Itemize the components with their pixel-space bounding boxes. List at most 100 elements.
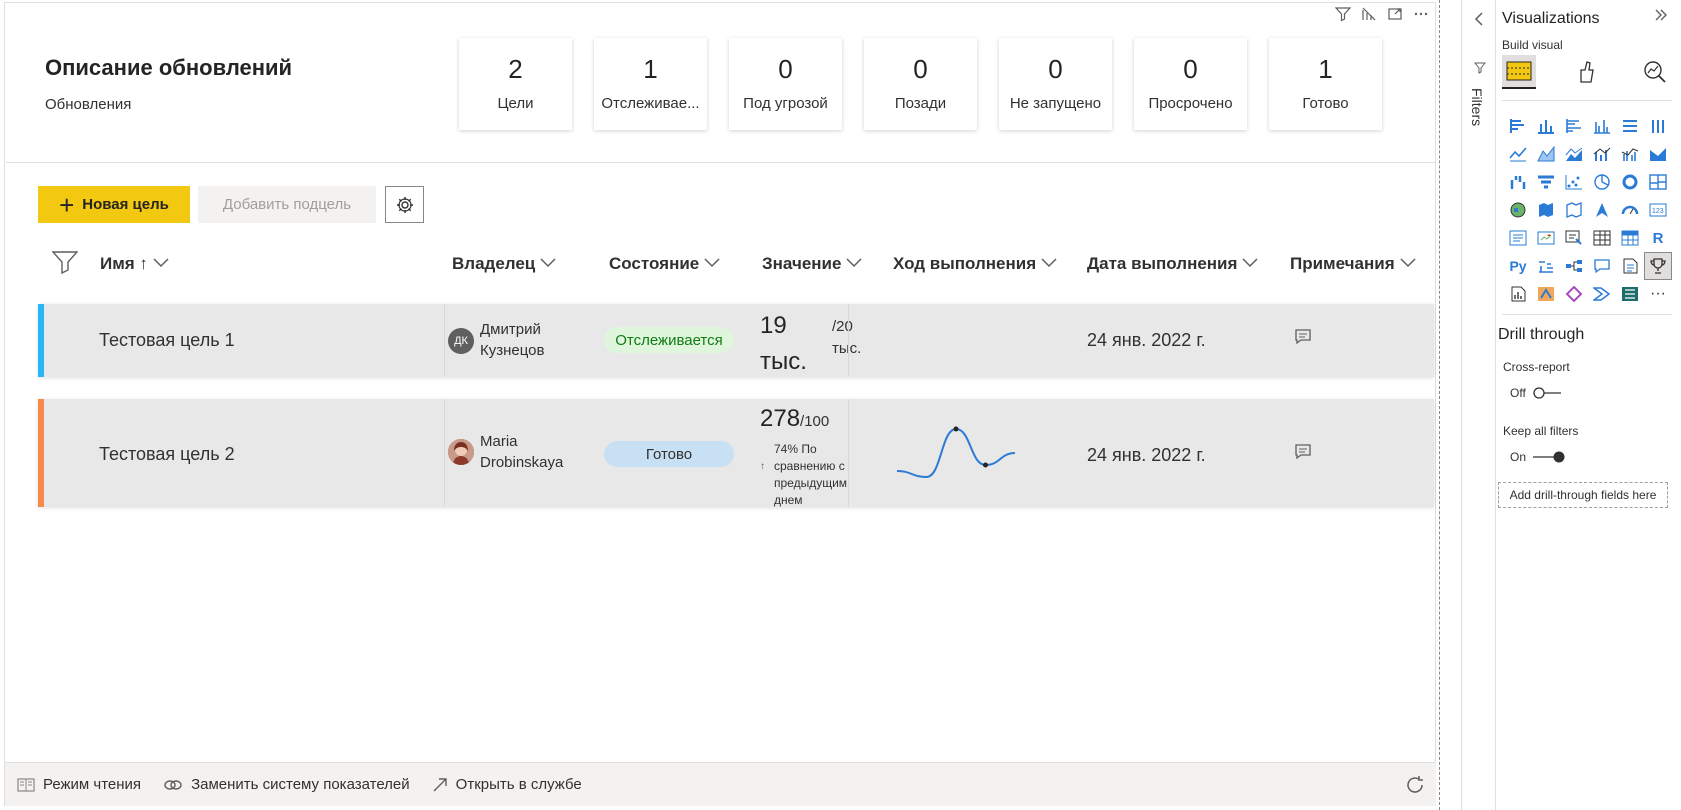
kpi-card-on-track[interactable]: 1 Отслеживае...	[594, 38, 707, 130]
analytics-tab[interactable]	[1638, 55, 1672, 89]
filters-pane-label[interactable]: Filters	[1469, 88, 1485, 126]
kpi-card-at-risk[interactable]: 0 Под угрозой	[729, 38, 842, 130]
cross-report-toggle[interactable]: Off	[1510, 386, 1562, 400]
multi-row-card-icon[interactable]	[1504, 224, 1532, 252]
column-header-name[interactable]: Имя ↑	[100, 254, 170, 274]
add-subgoal-button[interactable]: Добавить подцель	[198, 186, 376, 223]
filter-icon[interactable]	[1334, 6, 1352, 25]
comment-icon[interactable]	[1294, 443, 1312, 466]
column-header-notes[interactable]: Примечания	[1290, 254, 1417, 274]
power-automate-icon[interactable]	[1532, 280, 1560, 308]
clustered-bar-chart-icon[interactable]	[1560, 112, 1588, 140]
column-header-progress-label: Ход выполнения	[893, 254, 1037, 273]
kpi-card-goals[interactable]: 2 Цели	[459, 38, 572, 130]
line-and-stacked-column-chart-icon[interactable]	[1588, 140, 1616, 168]
table-icon[interactable]	[1588, 224, 1616, 252]
comment-icon[interactable]	[1294, 328, 1312, 351]
waterfall-chart-icon[interactable]	[1504, 168, 1532, 196]
paginated-report-icon[interactable]	[1504, 280, 1532, 308]
table-row[interactable]: Тестовая цель 2 Maria Drobinskaya Готово…	[38, 399, 1434, 507]
key-influencers-icon[interactable]	[1532, 252, 1560, 280]
drill-through-drop-zone[interactable]: Add drill-through fields here	[1498, 482, 1668, 508]
progress-sparkline[interactable]	[891, 423, 1021, 488]
area-chart-icon[interactable]	[1532, 140, 1560, 168]
matrix-icon[interactable]	[1616, 224, 1644, 252]
stacked-area-chart-icon[interactable]	[1560, 140, 1588, 168]
kpi-label: Цели	[497, 95, 534, 112]
column-header-due-date[interactable]: Дата выполнения	[1087, 254, 1259, 274]
kpi-card-not-started[interactable]: 0 Не запущено	[999, 38, 1112, 130]
new-goal-button[interactable]: + Новая цель	[38, 186, 190, 223]
drill-icon[interactable]	[1361, 6, 1377, 25]
ribbon-chart-icon[interactable]	[1644, 140, 1672, 168]
scatter-chart-icon[interactable]	[1560, 168, 1588, 196]
kpi-icon[interactable]	[1532, 224, 1560, 252]
line-and-clustered-column-chart-icon[interactable]	[1616, 140, 1644, 168]
pie-chart-icon[interactable]	[1588, 168, 1616, 196]
focus-mode-icon[interactable]	[1387, 6, 1403, 25]
build-visual-label: Build visual	[1502, 38, 1563, 52]
table-row[interactable]: Тестовая цель 1 ДК Дмитрий Кузнецов Отсл…	[38, 304, 1434, 377]
filters-pane[interactable]: Filters	[1461, 0, 1496, 810]
target-value-unit: тыс.	[832, 340, 862, 357]
donut-chart-icon[interactable]	[1616, 168, 1644, 196]
stacked-column-chart-icon[interactable]	[1532, 112, 1560, 140]
status-badge[interactable]: Отслеживается	[604, 327, 734, 353]
collapse-pane-icon[interactable]	[1654, 8, 1668, 27]
kpi-card-behind[interactable]: 0 Позади	[864, 38, 977, 130]
azure-map-icon[interactable]	[1588, 196, 1616, 224]
qna-icon[interactable]	[1588, 252, 1616, 280]
filled-map-icon[interactable]	[1532, 196, 1560, 224]
plus-icon: +	[59, 189, 75, 220]
reading-mode-button[interactable]: Режим чтения	[17, 776, 141, 793]
line-chart-icon[interactable]	[1504, 140, 1532, 168]
python-visual-icon[interactable]: Py	[1504, 252, 1532, 280]
gauge-icon[interactable]	[1616, 196, 1644, 224]
kpi-card-overdue[interactable]: 0 Просрочено	[1134, 38, 1247, 130]
100-stacked-column-chart-icon[interactable]	[1644, 112, 1672, 140]
due-date[interactable]: 24 янв. 2022 г.	[1087, 445, 1206, 466]
stacked-bar-chart-icon[interactable]	[1504, 112, 1532, 140]
build-visual-tab[interactable]	[1502, 55, 1536, 89]
format-visual-tab[interactable]	[1570, 55, 1604, 89]
more-options-icon[interactable]	[1413, 6, 1429, 25]
kpi-card-completed[interactable]: 1 Готово	[1269, 38, 1382, 130]
treemap-icon[interactable]	[1644, 168, 1672, 196]
column-header-status[interactable]: Состояние	[609, 254, 721, 274]
replace-scorecard-button[interactable]: Заменить систему показателей	[163, 776, 410, 793]
card-icon[interactable]: 123	[1644, 196, 1672, 224]
goal-name[interactable]: Тестовая цель 1	[99, 330, 235, 351]
column-filter-icon[interactable]	[51, 250, 79, 279]
funnel-chart-icon[interactable]	[1532, 168, 1560, 196]
keep-all-filters-toggle[interactable]: On	[1510, 450, 1566, 464]
status-badge[interactable]: Готово	[604, 441, 734, 467]
power-automate-flow-icon[interactable]	[1588, 280, 1616, 308]
value-cell[interactable]: 278/100	[760, 405, 829, 433]
arcgis-icon[interactable]	[1616, 280, 1644, 308]
settings-button[interactable]	[385, 186, 424, 223]
column-header-value[interactable]: Значение	[762, 254, 863, 274]
smart-narrative-icon[interactable]	[1616, 252, 1644, 280]
column-header-progress[interactable]: Ход выполнения	[893, 254, 1058, 274]
current-value[interactable]: 19	[760, 312, 787, 340]
goal-name[interactable]: Тестовая цель 2	[99, 444, 235, 465]
open-in-service-button[interactable]: Открыть в службе	[432, 776, 582, 793]
r-visual-icon[interactable]: R	[1644, 224, 1672, 252]
chevron-left-icon[interactable]	[1473, 12, 1485, 31]
refresh-icon[interactable]	[1404, 774, 1426, 801]
due-date[interactable]: 24 янв. 2022 г.	[1087, 330, 1206, 351]
power-apps-icon[interactable]	[1560, 280, 1588, 308]
map-icon[interactable]	[1504, 196, 1532, 224]
slicer-icon[interactable]	[1560, 224, 1588, 252]
status-stripe	[38, 304, 44, 377]
more-visuals-icon[interactable]: ···	[1644, 280, 1672, 308]
kpi-summary-row: 2 Цели 1 Отслеживае... 0 Под угрозой 0 П…	[459, 38, 1382, 130]
metrics-trophy-icon[interactable]	[1644, 252, 1672, 280]
100-stacked-bar-chart-icon[interactable]	[1616, 112, 1644, 140]
column-header-owner[interactable]: Владелец	[452, 254, 557, 274]
scorecard-title: Описание обновлений	[45, 55, 293, 80]
decomposition-tree-icon[interactable]	[1560, 252, 1588, 280]
clustered-column-chart-icon[interactable]	[1588, 112, 1616, 140]
shape-map-icon[interactable]	[1560, 196, 1588, 224]
owner-first-name: Maria	[480, 433, 518, 450]
